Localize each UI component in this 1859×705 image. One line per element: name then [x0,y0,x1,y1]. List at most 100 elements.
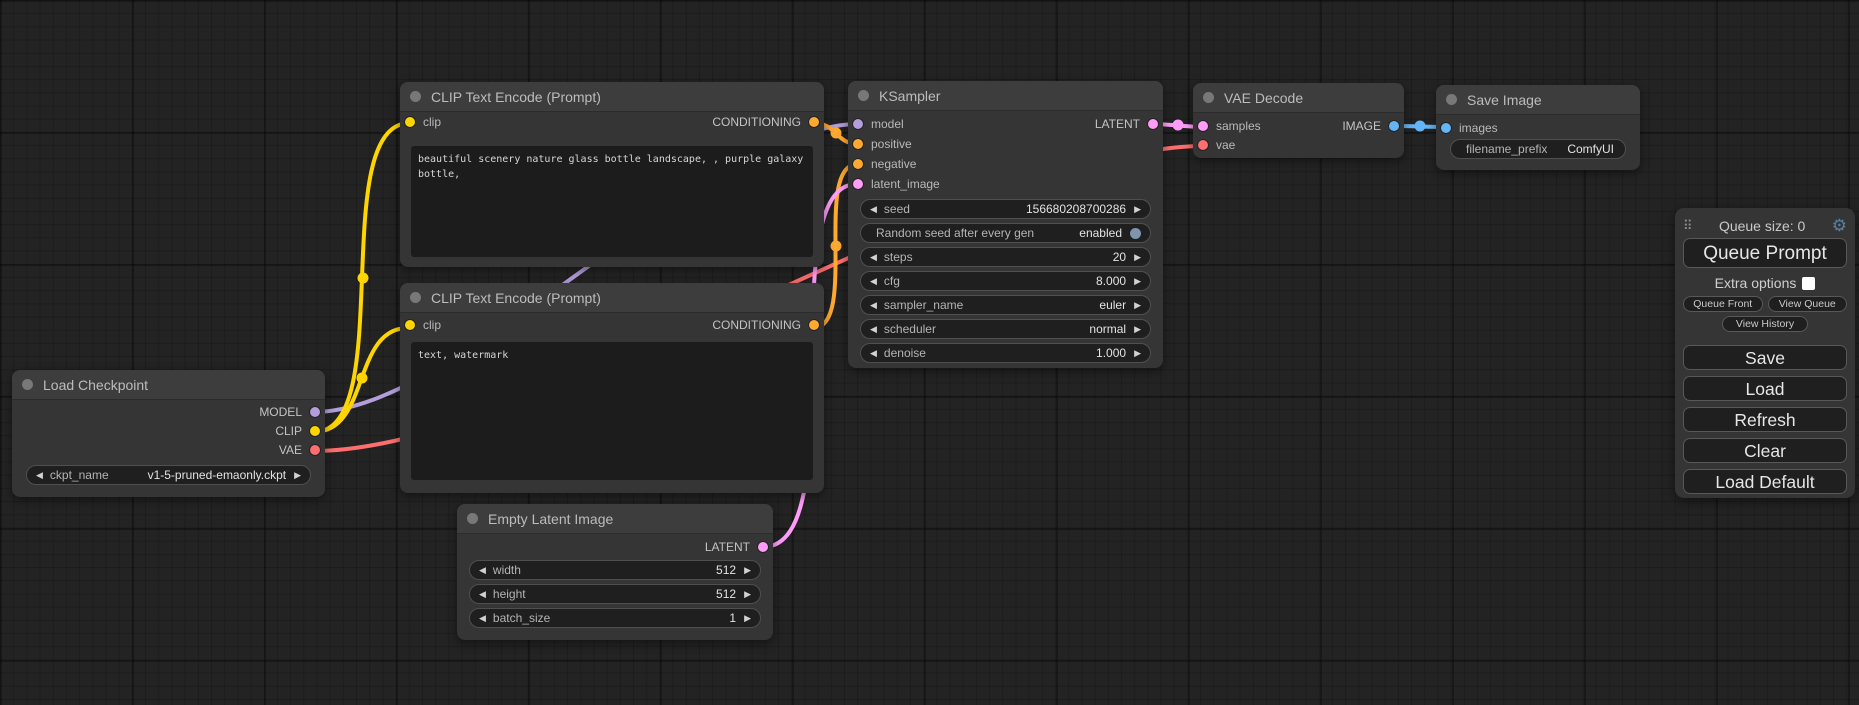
decrement-icon[interactable]: ◀ [479,566,486,575]
denoise-widget[interactable]: ◀ denoise 1.000 ▶ [860,343,1151,363]
random-seed-toggle-widget[interactable]: Random seed after every gen enabled [860,223,1151,243]
node-title: Save Image [1467,92,1542,108]
clip-input-socket[interactable] [405,320,415,330]
prev-value-icon[interactable]: ◀ [36,471,43,480]
increment-icon[interactable]: ▶ [744,566,751,575]
node-titlebar[interactable]: Load Checkpoint [12,370,325,400]
cfg-widget[interactable]: ◀ cfg 8.000 ▶ [860,271,1151,291]
node-titlebar[interactable]: VAE Decode [1193,83,1404,113]
view-history-button[interactable]: View History [1722,316,1808,332]
collapse-dot-icon[interactable] [410,292,421,303]
node-save-image[interactable]: Save Image images filename_prefix ComfyU… [1436,85,1640,170]
vae-input-label: vae [1216,138,1235,152]
node-titlebar[interactable]: Empty Latent Image [457,504,773,534]
increment-icon[interactable]: ▶ [744,614,751,623]
decrement-icon[interactable]: ◀ [479,614,486,623]
collapse-dot-icon[interactable] [1446,94,1457,105]
increment-icon[interactable]: ▶ [1134,301,1141,310]
decrement-icon[interactable]: ◀ [870,301,877,310]
sampler-name-widget[interactable]: ◀ sampler_name euler ▶ [860,295,1151,315]
increment-icon[interactable]: ▶ [1134,325,1141,334]
widget-label: steps [884,250,913,264]
node-titlebar[interactable]: CLIP Text Encode (Prompt) [400,82,824,112]
seed-widget[interactable]: ◀ seed 156680208700286 ▶ [860,199,1151,219]
node-load-checkpoint[interactable]: Load Checkpoint MODEL CLIP VAE ◀ ckpt_na… [12,370,325,497]
latent-output-label: LATENT [705,540,750,554]
drag-handle-icon[interactable]: ⠿ [1683,218,1693,234]
increment-icon[interactable]: ▶ [744,590,751,599]
decrement-icon[interactable]: ◀ [870,325,877,334]
conditioning-output-socket[interactable] [809,320,819,330]
clear-button[interactable]: Clear [1683,438,1847,463]
samples-input-label: samples [1216,119,1261,133]
width-widget[interactable]: ◀ width 512 ▶ [469,560,761,580]
node-titlebar[interactable]: Save Image [1436,85,1640,115]
node-title: Load Checkpoint [43,377,148,393]
prompt-text-area[interactable]: beautiful scenery nature glass bottle la… [411,146,813,257]
extra-options-checkbox[interactable] [1802,277,1815,290]
increment-icon[interactable]: ▶ [1134,349,1141,358]
collapse-dot-icon[interactable] [22,379,33,390]
decrement-icon[interactable]: ◀ [870,205,877,214]
increment-icon[interactable]: ▶ [1134,253,1141,262]
node-clip-text-encode-positive[interactable]: CLIP Text Encode (Prompt) clip CONDITION… [400,82,824,267]
node-ksampler[interactable]: KSampler model LATENT positive negative … [848,81,1163,368]
vae-input-socket[interactable] [1198,140,1208,150]
height-widget[interactable]: ◀ height 512 ▶ [469,584,761,604]
decrement-icon[interactable]: ◀ [870,277,877,286]
negative-input-socket[interactable] [853,159,863,169]
queue-front-button[interactable]: Queue Front [1683,296,1763,312]
latent-output-socket[interactable] [758,542,768,552]
node-titlebar[interactable]: CLIP Text Encode (Prompt) [400,283,824,313]
conditioning-output-socket[interactable] [809,117,819,127]
model-input-socket[interactable] [853,119,863,129]
samples-input-socket[interactable] [1198,121,1208,131]
view-queue-button[interactable]: View Queue [1768,296,1848,312]
increment-icon[interactable]: ▶ [1134,277,1141,286]
latent-image-input-socket[interactable] [853,179,863,189]
ckpt-name-widget[interactable]: ◀ ckpt_name v1-5-pruned-emaonly.ckpt ▶ [26,465,311,485]
comfyui-canvas[interactable]: { "icons": { "left_arrow": "◀", "right_a… [0,0,1859,705]
decrement-icon[interactable]: ◀ [479,590,486,599]
queue-prompt-button[interactable]: Queue Prompt [1683,238,1847,268]
clip-output-socket[interactable] [310,426,320,436]
clip-input-socket[interactable] [405,117,415,127]
collapse-dot-icon[interactable] [1203,92,1214,103]
filename-prefix-widget[interactable]: filename_prefix ComfyUI [1450,139,1626,159]
next-value-icon[interactable]: ▶ [294,471,301,480]
latent-output-socket[interactable] [1148,119,1158,129]
image-output-socket[interactable] [1389,121,1399,131]
queue-panel[interactable]: ⠿ Queue size: 0 ⚙ Queue Prompt Extra opt… [1675,208,1855,498]
load-default-button[interactable]: Load Default [1683,469,1847,494]
widget-value: 8.000 [1096,274,1126,288]
collapse-dot-icon[interactable] [410,91,421,102]
positive-input-socket[interactable] [853,139,863,149]
prompt-text-area[interactable]: text, watermark [411,342,813,480]
model-output-socket[interactable] [310,407,320,417]
vae-output-socket[interactable] [310,445,320,455]
widget-label: scheduler [884,322,936,336]
refresh-button[interactable]: Refresh [1683,407,1847,432]
widget-label: denoise [884,346,926,360]
settings-gear-icon[interactable]: ⚙ [1832,217,1847,234]
increment-icon[interactable]: ▶ [1134,205,1141,214]
node-titlebar[interactable]: KSampler [848,81,1163,111]
load-button[interactable]: Load [1683,376,1847,401]
collapse-dot-icon[interactable] [858,90,869,101]
steps-widget[interactable]: ◀ steps 20 ▶ [860,247,1151,267]
batch-size-widget[interactable]: ◀ batch_size 1 ▶ [469,608,761,628]
images-input-socket[interactable] [1441,123,1451,133]
node-title: Empty Latent Image [488,511,613,527]
vae-output-label: VAE [279,443,302,457]
node-vae-decode[interactable]: VAE Decode samples IMAGE vae [1193,83,1404,158]
widget-value: 512 [716,563,736,577]
save-button[interactable]: Save [1683,345,1847,370]
decrement-icon[interactable]: ◀ [870,349,877,358]
toggle-knob-icon[interactable] [1130,228,1141,239]
node-empty-latent-image[interactable]: Empty Latent Image LATENT ◀ width 512 ▶ … [457,504,773,640]
collapse-dot-icon[interactable] [467,513,478,524]
node-clip-text-encode-negative[interactable]: CLIP Text Encode (Prompt) clip CONDITION… [400,283,824,493]
widget-value: enabled [1079,226,1122,240]
scheduler-widget[interactable]: ◀ scheduler normal ▶ [860,319,1151,339]
decrement-icon[interactable]: ◀ [870,253,877,262]
